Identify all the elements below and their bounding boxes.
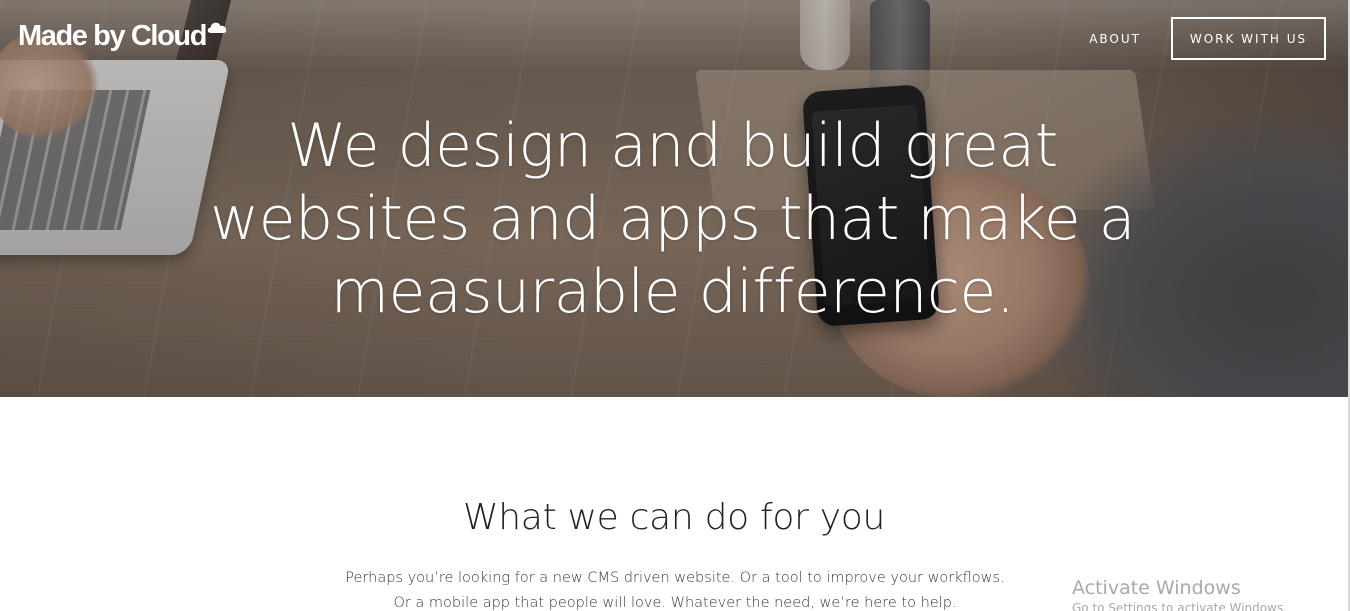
logo-text: Made by Cloud: [18, 20, 207, 52]
hero-section: Made by Cloud ABOUT WORK WITH US We desi…: [0, 0, 1348, 397]
main-nav: ABOUT WORK WITH US: [1089, 17, 1326, 60]
site-logo[interactable]: Made by Cloud: [18, 18, 227, 54]
watermark-title: Activate Windows: [1072, 577, 1241, 599]
cloud-icon: [207, 22, 227, 33]
watermark-subtitle: Go to Settings to activate Windows.: [1072, 601, 1287, 611]
activate-windows-watermark: Activate Windows Go to Settings to activ…: [1072, 576, 1287, 611]
nav-about-link[interactable]: ABOUT: [1089, 32, 1141, 46]
page: Made by Cloud ABOUT WORK WITH US We desi…: [0, 0, 1350, 611]
hero-headline: We design and build great websites and a…: [210, 111, 1136, 327]
services-description: Perhaps you’re looking for a new CMS dri…: [275, 566, 1075, 611]
work-with-us-button[interactable]: WORK WITH US: [1171, 17, 1326, 60]
services-description-line-2: Or a mobile app that people will love. W…: [393, 595, 957, 611]
services-description-line-1: Perhaps you’re looking for a new CMS dri…: [345, 570, 1005, 586]
services-title: What we can do for you: [463, 497, 885, 538]
